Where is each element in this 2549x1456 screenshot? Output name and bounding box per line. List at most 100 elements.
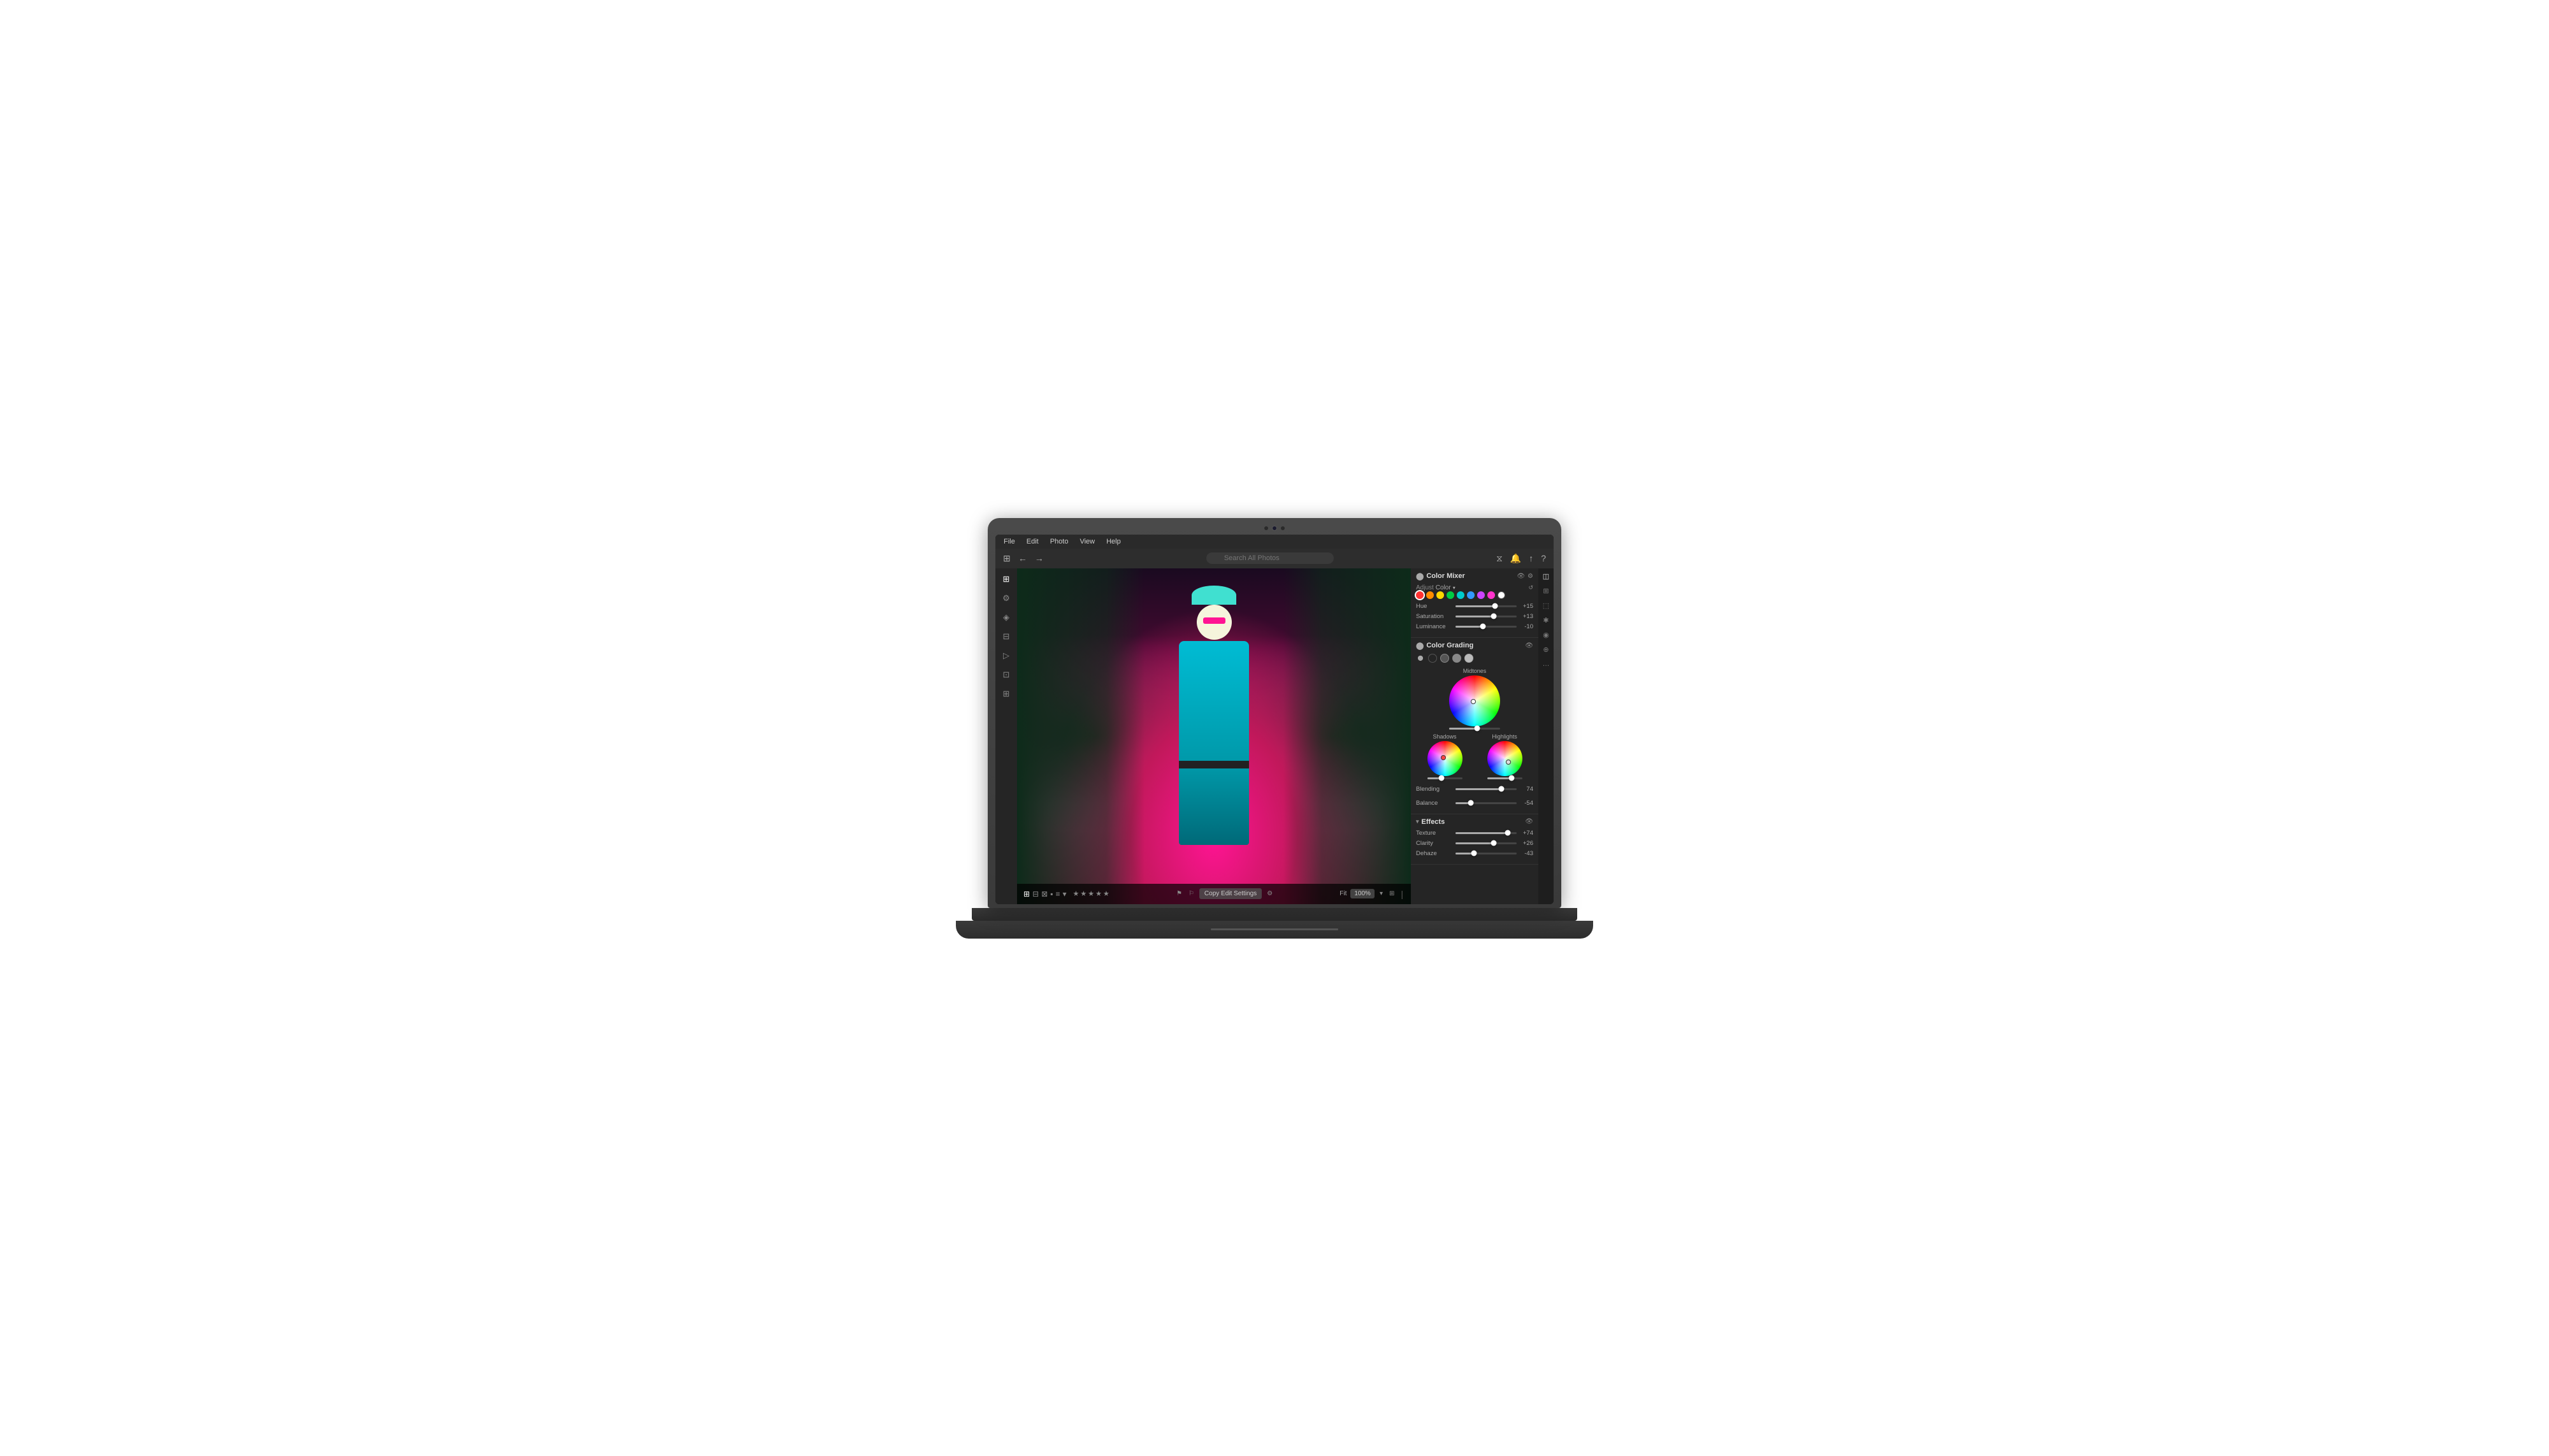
redeye-icon[interactable]: ⊕ [1543,645,1549,654]
color-dot-purple[interactable] [1477,591,1485,599]
balance-track[interactable] [1455,802,1517,804]
clarity-label: Clarity [1416,840,1453,847]
sidebar-book-icon[interactable]: ⊟ [1001,630,1012,644]
star-1[interactable]: ★ [1073,890,1080,898]
histogram-icon[interactable]: ◫ [1543,572,1549,580]
color-dot-yellow[interactable] [1436,591,1444,599]
midtones-wheel-wrapper: Midtones [1449,668,1500,730]
grading-eye-icon[interactable]: 👁 [1525,642,1533,649]
menu-bar: File Edit Photo View Help [995,535,1554,549]
crop-icon[interactable]: ⬚ [1543,602,1549,610]
figure-belt [1179,761,1249,768]
figure-body [1179,641,1249,768]
strip-view-icon[interactable]: ⊠ [1041,890,1048,898]
effects-eye-icon[interactable]: 👁 [1525,818,1533,825]
star-4[interactable]: ★ [1095,890,1102,898]
shadows-slider-track[interactable] [1427,777,1462,779]
midtones-wheel[interactable] [1449,675,1500,726]
color-dot-teal[interactable] [1457,591,1464,599]
mixer-settings-icon[interactable]: ⚙ [1527,573,1533,580]
color-dot-red[interactable] [1416,591,1424,599]
midtones-slider-track[interactable] [1449,728,1500,730]
menu-help[interactable]: Help [1104,537,1123,546]
grading-global-mode-icon[interactable] [1464,654,1473,663]
dehaze-track[interactable] [1455,853,1517,854]
dehaze-value: -43 [1519,850,1533,857]
adjust-icon[interactable]: ⊞ [1543,587,1549,595]
copy-edit-settings-button[interactable]: Copy Edit Settings [1199,888,1262,899]
star-3[interactable]: ★ [1088,890,1094,898]
mask-icon[interactable]: ◉ [1543,631,1549,639]
grading-highlights-mode-icon[interactable] [1452,654,1461,663]
texture-track[interactable] [1455,832,1517,834]
sidebar-toggle-icon[interactable]: ⊞ [1002,552,1012,565]
app-window: File Edit Photo View Help ⊞ ← → 🔍 [995,535,1554,904]
photo-background [1017,568,1411,904]
reject-icon[interactable]: ⚐ [1187,889,1195,898]
back-button[interactable]: ← [1017,552,1029,565]
sort-icon[interactable]: ▾ [1062,890,1066,898]
highlights-wheel[interactable] [1487,741,1522,776]
color-dot-green[interactable] [1447,591,1454,599]
search-input[interactable] [1206,552,1334,564]
single-view-icon[interactable]: ▪ [1050,890,1053,898]
menu-edit[interactable]: Edit [1025,537,1041,546]
highlights-wheel-dot[interactable] [1506,760,1511,765]
blending-value: 74 [1519,786,1533,793]
grading-icon: ⬤ [1416,642,1424,650]
grid-view-icon[interactable]: ⊞ [1023,890,1030,898]
settings-icon[interactable]: ⚙ [1266,889,1274,898]
grid-toggle-icon[interactable]: ⊞ [1388,889,1396,898]
sidebar-web-icon[interactable]: ⊞ [1001,687,1012,701]
saturation-track[interactable] [1455,616,1517,617]
star-5[interactable]: ★ [1103,890,1109,898]
adjust-value[interactable]: Color [1436,584,1451,591]
sidebar-library-icon[interactable]: ⊞ [1001,572,1012,586]
grading-shadows-mode-icon[interactable] [1428,654,1437,663]
menu-photo[interactable]: Photo [1048,537,1071,546]
menu-file[interactable]: File [1002,537,1017,546]
shadows-highlights-row: Shadows [1416,733,1533,779]
grading-midtones-mode-icon[interactable] [1440,654,1449,663]
clarity-track[interactable] [1455,842,1517,844]
sidebar-map-icon[interactable]: ◈ [1001,610,1011,624]
color-dot-blue[interactable] [1467,591,1475,599]
heal-icon[interactable]: ✱ [1543,616,1549,624]
mixer-reset-icon[interactable]: ↺ [1528,584,1533,591]
hue-track[interactable] [1455,605,1517,607]
shadows-wheel-dot[interactable] [1441,755,1446,760]
sidebar-slideshow-icon[interactable]: ▷ [1001,649,1011,663]
flag-icon[interactable]: ⚑ [1175,889,1183,898]
info-icon[interactable]: ? [1540,552,1547,565]
effects-header: ▾ Effects 👁 [1416,818,1533,826]
adjust-chevron[interactable]: ▾ [1453,585,1455,591]
grading-all-icon[interactable]: ⬤ [1416,654,1425,663]
share-icon[interactable]: ↑ [1527,552,1534,565]
blending-track[interactable] [1455,788,1517,790]
filter-icon[interactable]: ⧖ [1495,552,1504,565]
notification-icon[interactable]: 🔔 [1509,552,1522,565]
shadows-wheel[interactable] [1427,741,1462,776]
star-2[interactable]: ★ [1080,890,1087,898]
color-dot-white[interactable] [1498,591,1505,599]
zoom-dropdown-icon[interactable]: ▾ [1378,889,1384,898]
forward-button[interactable]: → [1034,552,1045,565]
midtones-wheel-dot[interactable] [1471,699,1476,704]
luminance-track[interactable] [1455,626,1517,628]
camera-indicator2 [1281,526,1285,530]
effects-collapse-icon[interactable]: ▾ [1416,818,1419,825]
mixer-eye-icon[interactable]: 👁 [1517,573,1525,580]
more-icon[interactable]: … [1543,660,1550,668]
zoom-button[interactable]: 100% [1350,889,1375,898]
screen-bezel: File Edit Photo View Help ⊞ ← → 🔍 [995,535,1554,904]
highlights-slider-track[interactable] [1487,777,1522,779]
color-dot-magenta[interactable] [1487,591,1495,599]
person-figure [1163,595,1265,837]
figure-head [1197,605,1232,640]
list-view-icon[interactable]: ≡ [1055,890,1060,898]
sidebar-print-icon[interactable]: ⊡ [1001,668,1012,682]
sidebar-develop-icon[interactable]: ⚙ [1000,591,1012,605]
color-dot-orange[interactable] [1426,591,1434,599]
square-grid-icon[interactable]: ⊟ [1032,890,1039,898]
menu-view[interactable]: View [1078,537,1097,546]
